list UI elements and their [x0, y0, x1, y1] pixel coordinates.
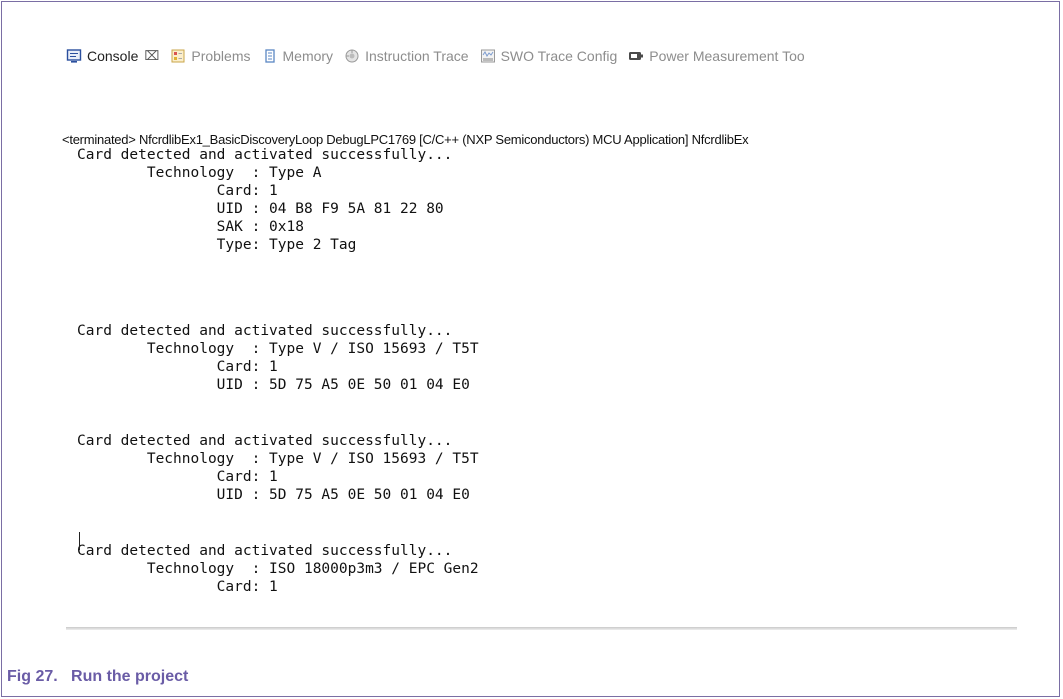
- console-line: UID : 5D 75 A5 0E 50 01 04 E0: [77, 377, 470, 393]
- tab-problems[interactable]: Problems: [170, 48, 251, 64]
- console-line: Card detected and activated successfully…: [77, 433, 453, 449]
- tab-memory[interactable]: Memory: [262, 48, 334, 64]
- tab-power-measurement-label: Power Measurement Too: [649, 48, 805, 64]
- console-line: SAK : 0x18: [77, 219, 304, 235]
- console-icon: [66, 49, 82, 63]
- tab-power-measurement[interactable]: Power Measurement Too: [628, 48, 805, 64]
- console-bottom-border: [66, 627, 1017, 630]
- console-line: UID : 04 B8 F9 5A 81 22 80: [77, 201, 444, 217]
- console-line: Technology : Type A: [77, 165, 322, 181]
- console-line: Card: 1: [77, 183, 278, 199]
- console-line: Card: 1: [77, 579, 278, 595]
- console-line: Card: 1: [77, 359, 278, 375]
- console-status-line: <terminated> NfcrdlibEx1_BasicDiscoveryL…: [62, 132, 749, 147]
- console-line: Card detected and activated successfully…: [77, 147, 453, 163]
- close-icon[interactable]: ⌧: [144, 48, 159, 64]
- console-line: Card detected and activated successfully…: [77, 543, 453, 559]
- problems-icon: [171, 49, 185, 63]
- tab-console[interactable]: Console ⌧: [66, 48, 159, 64]
- console-output[interactable]: Card detected and activated successfully…: [77, 146, 1017, 626]
- memory-icon: [264, 49, 275, 63]
- tab-problems-label: Problems: [191, 48, 251, 64]
- power-icon: [629, 52, 644, 60]
- console-line: Card detected and activated successfully…: [77, 323, 453, 339]
- tab-console-label: Console: [87, 48, 139, 64]
- tab-instruction-trace[interactable]: Instruction Trace: [344, 48, 469, 64]
- console-line: Technology : Type V / ISO 15693 / T5T: [77, 341, 479, 357]
- console-line: Card: 1: [77, 469, 278, 485]
- text-cursor: [79, 532, 80, 550]
- swo-icon: [480, 49, 495, 63]
- tab-memory-label: Memory: [282, 48, 334, 64]
- view-tab-bar: Console ⌧ Problems Memory Instruction Tr…: [66, 41, 1016, 71]
- console-line: Type: Type 2 Tag: [77, 237, 357, 253]
- console-line: Technology : ISO 18000p3m3 / EPC Gen2: [77, 561, 479, 577]
- console-line: Technology : Type V / ISO 15693 / T5T: [77, 451, 479, 467]
- figure-caption: Fig 27. Run the project: [7, 668, 189, 685]
- tab-instruction-trace-label: Instruction Trace: [365, 48, 469, 64]
- instruction-trace-icon: [345, 49, 359, 63]
- console-line: UID : 5D 75 A5 0E 50 01 04 E0: [77, 487, 470, 503]
- tab-swo-trace-config-label: SWO Trace Config: [500, 48, 618, 64]
- tab-swo-trace-config[interactable]: SWO Trace Config: [480, 48, 618, 64]
